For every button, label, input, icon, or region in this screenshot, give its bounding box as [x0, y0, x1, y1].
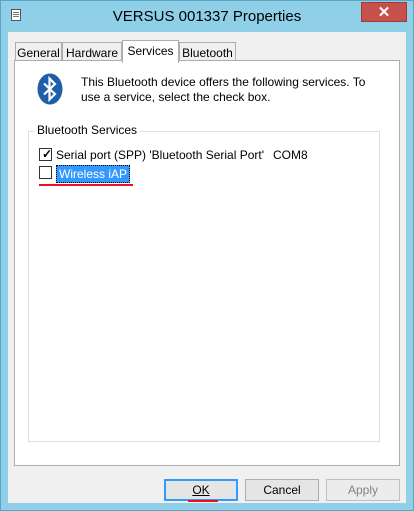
wireless-iap-mark — [39, 184, 133, 186]
apply-button[interactable]: Apply — [326, 479, 400, 501]
checkmark-icon: ✓ — [42, 147, 53, 161]
properties-window: VERSUS 001337 Properties ✕ General Hardw… — [0, 0, 414, 511]
ok-button-mark — [188, 500, 218, 502]
wireless-iap-checkbox[interactable] — [39, 166, 52, 179]
service-row-wireless-iap[interactable]: Wireless iAP — [39, 165, 369, 183]
tab-bluetooth[interactable]: Bluetooth — [179, 42, 236, 61]
serial-port-checkbox[interactable]: ✓ — [39, 148, 52, 161]
dialog-client-area: General Hardware Services Bluetooth This… — [8, 32, 406, 503]
ok-button-label: OK — [192, 483, 210, 497]
services-panel: This Bluetooth device offers the followi… — [14, 60, 400, 466]
group-title: Bluetooth Services — [34, 123, 141, 137]
ok-button[interactable]: OK — [164, 479, 238, 501]
services-description: This Bluetooth device offers the followi… — [81, 75, 366, 104]
service-name: Serial port (SPP) 'Bluetooth Serial Port… — [56, 148, 265, 162]
tab-general[interactable]: General — [15, 42, 62, 61]
bluetooth-services-group: Bluetooth Services ✓ Serial port (SPP) '… — [28, 123, 380, 442]
bluetooth-icon — [37, 73, 63, 105]
service-row-serial-port[interactable]: ✓ Serial port (SPP) 'Bluetooth Serial Po… — [39, 147, 369, 164]
close-button[interactable]: ✕ — [361, 2, 407, 22]
tab-services[interactable]: Services — [122, 40, 179, 63]
cancel-button[interactable]: Cancel — [245, 479, 319, 501]
service-name: Wireless iAP — [56, 165, 131, 183]
tab-hardware[interactable]: Hardware — [62, 42, 122, 61]
window-title: VERSUS 001337 Properties — [112, 8, 302, 25]
title-bar[interactable]: VERSUS 001337 Properties ✕ — [1, 1, 413, 33]
service-port: COM8 — [273, 148, 308, 162]
